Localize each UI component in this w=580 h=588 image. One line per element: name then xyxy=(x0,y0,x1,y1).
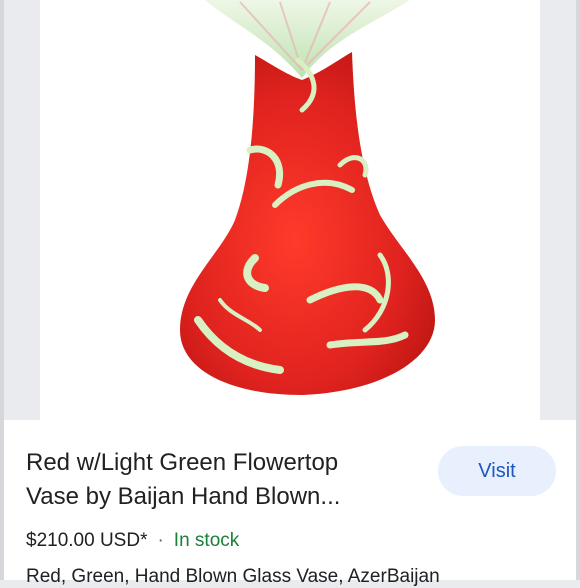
visit-button[interactable]: Visit xyxy=(438,446,556,496)
price: $210.00 USD* xyxy=(26,530,148,551)
vase-illustration xyxy=(180,0,435,395)
product-card[interactable]: Red w/Light Green Flowertop Vase by Baij… xyxy=(4,420,576,587)
price-row: $210.00 USD* · In stock xyxy=(26,530,239,552)
product-title-line2: Vase by Baijan Hand Blown... xyxy=(26,483,341,510)
screen-edge-right xyxy=(576,0,580,580)
product-title[interactable]: Red w/Light Green Flowertop Vase by Baij… xyxy=(26,446,406,514)
product-description: Red, Green, Hand Blown Glass Vase, AzerB… xyxy=(26,566,440,587)
stock-status: In stock xyxy=(173,530,240,551)
product-title-line1: Red w/Light Green Flowertop xyxy=(26,449,339,476)
product-image[interactable] xyxy=(40,0,540,420)
separator-dot: · xyxy=(157,530,164,551)
